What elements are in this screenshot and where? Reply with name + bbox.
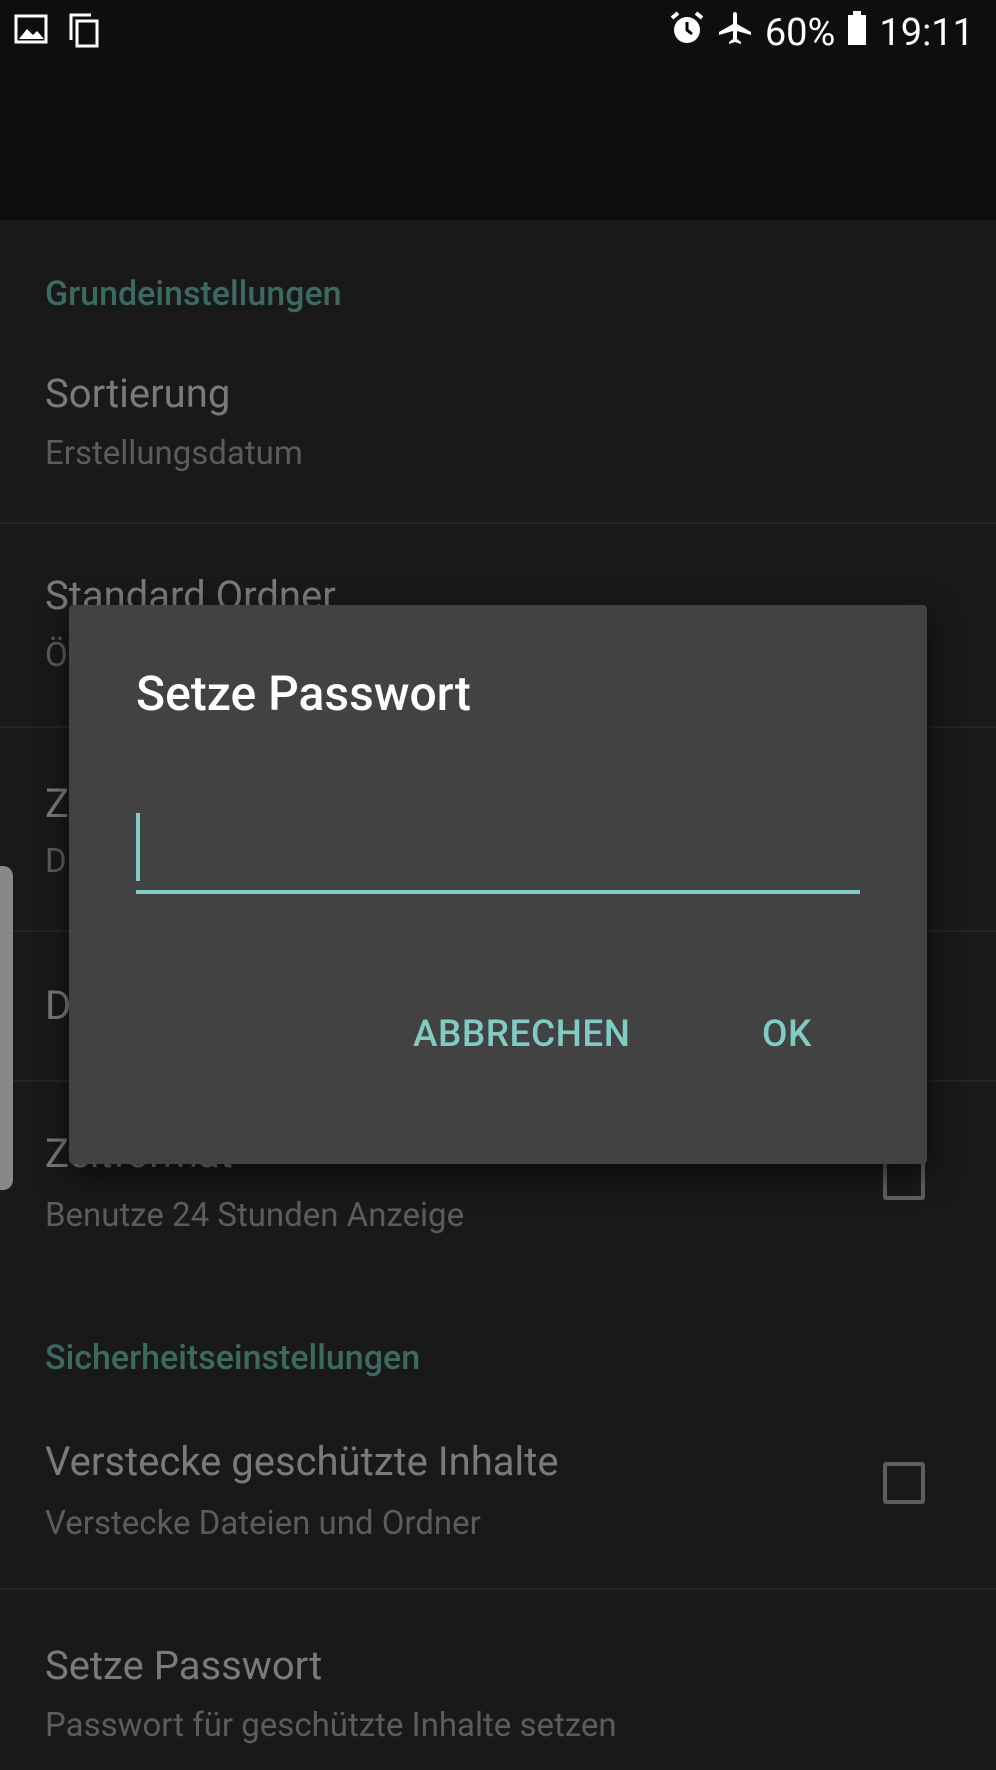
pref-hide-protected-summary: Verstecke Dateien und Ordner [45, 1504, 481, 1543]
clock: 19:11 [879, 11, 974, 55]
copy-icon [68, 12, 100, 52]
pref-sort-summary: Erstellungsdatum [45, 434, 303, 473]
time-format-checkbox[interactable] [883, 1158, 925, 1200]
battery-percent: 60% [764, 11, 836, 55]
pref-item-3-summary: D [45, 842, 67, 881]
airplane-icon [717, 10, 753, 56]
divider [0, 1588, 996, 1590]
set-password-dialog: Setze Passwort ABBRECHEN OK [69, 605, 927, 1164]
pref-set-password-title: Setze Passwort [45, 1642, 323, 1689]
divider [0, 522, 996, 524]
hide-protected-checkbox[interactable] [883, 1462, 925, 1504]
alarm-icon [669, 10, 705, 56]
text-cursor [136, 813, 140, 881]
ok-button[interactable]: OK [762, 1013, 812, 1056]
pref-set-password-summary: Passwort für geschützte Inhalte setzen [45, 1706, 617, 1745]
pref-hide-protected-title: Verstecke geschützte Inhalte [45, 1438, 559, 1485]
section-header-security: Sicherheitseinstellungen [45, 1338, 421, 1378]
pref-item-4-title: D [45, 982, 72, 1029]
pref-default-folder-summary: Ö [45, 636, 68, 675]
status-bar: 60% 19:11 [0, 0, 996, 66]
dialog-title: Setze Passwort [136, 665, 471, 722]
password-input[interactable] [136, 810, 860, 894]
pref-sort-title: Sortierung [45, 370, 231, 417]
image-icon [14, 12, 48, 52]
cancel-button[interactable]: ABBRECHEN [413, 1013, 631, 1056]
pref-item-3-title: Z [45, 780, 69, 827]
battery-icon [847, 11, 867, 55]
edge-panel-handle[interactable] [0, 866, 13, 1190]
app-bar [0, 66, 996, 220]
section-header-basic: Grundeinstellungen [45, 274, 342, 314]
pref-time-format-summary: Benutze 24 Stunden Anzeige [45, 1196, 465, 1235]
